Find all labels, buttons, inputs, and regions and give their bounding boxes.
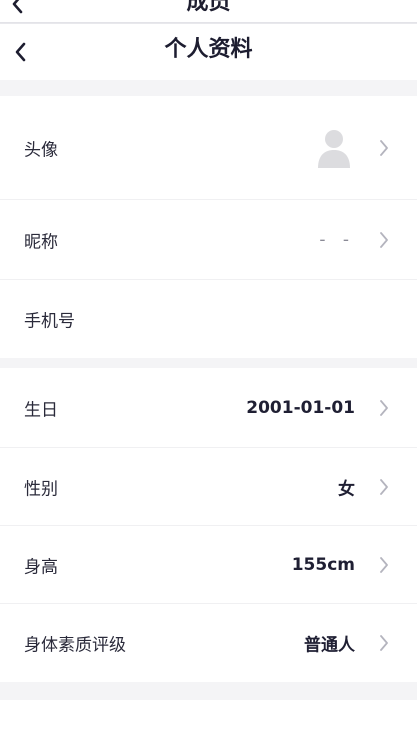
- previous-screen-header: 成员: [0, 0, 417, 22]
- chevron-right-icon: [380, 139, 388, 156]
- row-value: 155cm: [291, 554, 355, 575]
- row-birthday[interactable]: 生日 2001-01-01: [0, 368, 417, 448]
- row-value: 女: [338, 479, 355, 499]
- previous-screen-title: 成员: [186, 0, 231, 15]
- back-button[interactable]: [8, 36, 32, 68]
- row-value: 普通人: [304, 635, 355, 656]
- row-gender[interactable]: 性别 女: [0, 448, 417, 526]
- row-label: 头像: [24, 140, 58, 160]
- navigation-bar: 个人资料: [0, 24, 417, 80]
- row-avatar[interactable]: 头像: [0, 96, 417, 200]
- chevron-left-icon: [15, 42, 26, 62]
- chevron-right-icon: [380, 399, 388, 416]
- chevron-right-icon: [380, 635, 388, 651]
- row-label: 生日: [24, 400, 58, 420]
- next-group: [0, 700, 417, 730]
- row-label: 昵称: [24, 232, 58, 252]
- chevron-right-icon: [380, 478, 388, 495]
- row-phone[interactable]: 手机号: [0, 280, 417, 358]
- chevron-right-icon: [380, 231, 388, 248]
- row-height[interactable]: 身高 155cm: [0, 526, 417, 604]
- page-title: 个人资料: [164, 37, 253, 62]
- row-value: 2001-01-01: [246, 397, 355, 418]
- row-label: 身高: [24, 557, 58, 577]
- row-label: 手机号: [24, 311, 75, 332]
- basic-info-group: 头像 昵称 - - 手机号: [0, 96, 417, 358]
- row-nickname[interactable]: 昵称 - -: [0, 200, 417, 280]
- row-label: 身体素质评级: [24, 635, 126, 656]
- row-label: 性别: [24, 479, 58, 499]
- user-placeholder-icon: [318, 129, 350, 168]
- body-info-group: 生日 2001-01-01 性别 女 身高 155cm 身体素质评级 普通人: [0, 368, 417, 682]
- row-fitness-rating[interactable]: 身体素质评级 普通人: [0, 604, 417, 682]
- row-value: - -: [319, 229, 355, 250]
- chevron-right-icon: [380, 556, 388, 573]
